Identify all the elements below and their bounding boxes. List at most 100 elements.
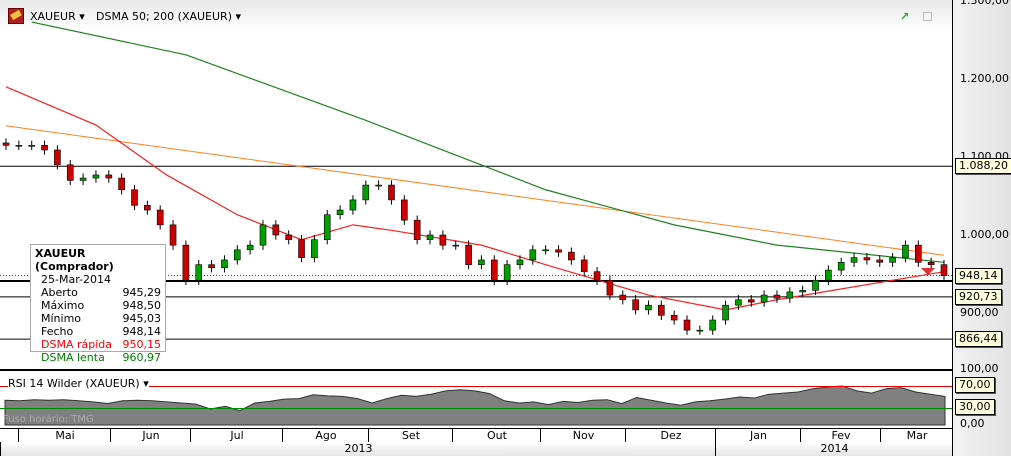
price-tick: 1.200,00 [960,72,1009,85]
symbol-dropdown[interactable]: XAUEUR ▾ [30,10,85,23]
info-label: Fecho [41,325,74,338]
candle [683,319,691,331]
candle [889,257,896,263]
candle [709,319,717,331]
year-label: 2013 [0,442,716,456]
month-label: Jun [110,429,191,442]
price-tag-support1: 920,73 [955,289,1002,305]
candle [118,177,125,191]
candle [131,189,138,206]
info-label: DSMA rápida [41,338,112,351]
candle [593,271,601,281]
month-axis: Mai Jun Jul Ago Set Out Nov Dez Jan Fev Mar [0,428,952,443]
candle [542,249,549,252]
candle [349,199,357,211]
candle [516,259,524,265]
candle [362,184,370,201]
info-date: 25-Mar-2014 [41,273,111,286]
candle [645,304,652,311]
candle [208,264,215,269]
rsi-tick: 0,00 [960,417,985,430]
candle [92,174,100,179]
price-tag-last: 948,14 [955,268,1002,284]
price-tick: 900,00 [960,306,999,319]
candle [490,259,498,281]
candle [439,234,447,246]
rsi-dropdown[interactable]: RSI 14 Wilder (XAUEUR) ▾ [8,377,149,390]
timezone-watermark: Fuso horário: TMG [3,414,94,425]
month-label: Mai [18,429,111,442]
info-value: 948,14 [122,325,162,338]
month-label: Out [452,429,541,442]
candle [388,184,395,201]
candle [41,145,48,151]
info-box: XAUEUR (Comprador) 25-Mar-2014 Aberto 945… [30,244,166,364]
candle [760,294,768,303]
candle [311,239,318,258]
candle [915,244,922,263]
year-label: 2014 [715,442,953,456]
candle [182,244,190,281]
candle [529,249,537,261]
month-label: Jul [190,429,283,442]
candle [722,304,729,321]
indicator-dropdown[interactable]: DSMA 50; 200 (XAUEUR) ▾ [96,10,241,23]
candle [144,205,151,211]
info-row: DSMA rápida 950,15 [35,338,161,351]
restore-icon[interactable] [923,12,932,21]
candle [298,239,305,258]
candle [555,249,562,253]
candle [927,261,935,265]
candle [902,244,909,258]
month-label: Set [368,429,453,442]
candle [670,315,678,321]
month-label: Nov [540,429,626,442]
candle [79,177,87,181]
info-row: Máximo 948,50 [35,299,161,312]
candle [735,299,742,306]
candle [28,145,35,147]
price-tick: 1.300,00 [960,0,1009,7]
candle [156,209,164,226]
info-row: DSMA lenta 960,97 [35,351,161,364]
candle [401,199,408,221]
candle [503,264,511,281]
candle [221,259,228,269]
candle [863,257,871,261]
candle [619,294,627,301]
candle [452,244,460,247]
info-row: Aberto 945,29 [35,286,161,299]
candle [413,219,421,240]
info-label: Mínimo [41,312,82,325]
info-label: Aberto [41,286,78,299]
year-axis: 2013 2014 [0,442,952,456]
info-value: 960,97 [122,351,162,364]
candle [812,279,819,291]
info-title: XAUEUR (Comprador) [35,247,114,273]
candle [426,234,434,240]
trend-icon[interactable]: ↗ [900,10,909,23]
candle [105,174,113,179]
info-value: 950,15 [122,338,162,351]
candle [169,224,177,246]
candle [465,244,472,265]
candle [375,184,382,187]
candle [272,224,280,236]
month-label: Fev [800,429,881,442]
info-value: 945,29 [122,286,162,299]
candle [233,249,241,261]
price-tag-support2: 866,44 [955,331,1002,347]
gold-bar-icon [8,8,24,24]
candle [632,299,639,311]
candle [876,259,884,263]
candle [850,257,858,263]
rsi-area [4,385,946,426]
month-label: Ago [282,429,369,442]
candle [285,234,292,240]
trendline [5,125,945,256]
info-value: 945,03 [122,312,162,325]
candle [336,209,344,216]
sma-slow-line [31,21,945,263]
info-row: Mínimo 945,03 [35,312,161,325]
candle [259,224,267,246]
